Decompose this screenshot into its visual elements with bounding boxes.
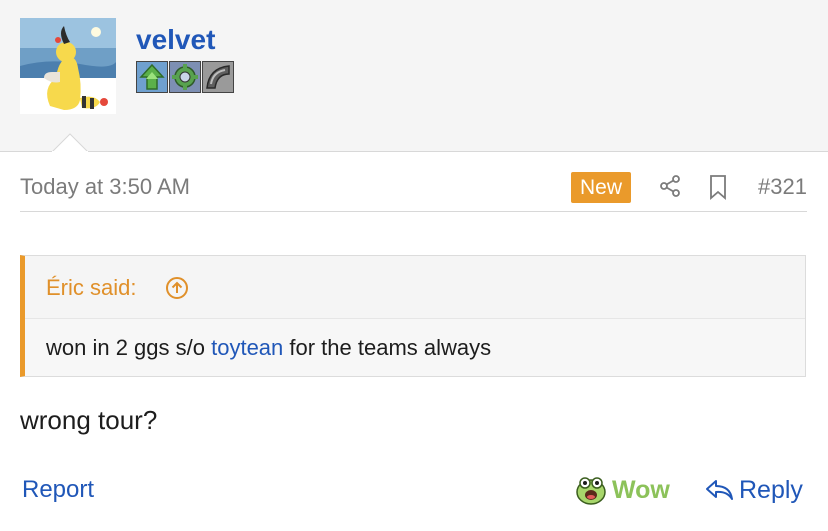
arrow-up-circle-icon[interactable] [165,276,189,300]
quote-text-before: won in 2 ggs s/o [46,335,212,360]
reply-arrow-icon [705,478,735,502]
grass-badge-icon [136,61,168,93]
bookmark-icon[interactable] [707,174,729,200]
mention-link[interactable]: toytean [211,335,283,360]
user-badges [136,61,235,93]
username-link[interactable]: velvet [136,24,215,56]
gear-badge-icon [169,61,201,93]
user-header: velvet [0,0,828,153]
post-meta-bar: Today at 3:50 AM New #321 [20,160,807,212]
share-icon[interactable] [658,174,682,198]
ampharos-avatar-icon[interactable] [20,18,116,114]
quote-body: won in 2 ggs s/o toytean for the teams a… [46,335,491,361]
post-message: wrong tour? [20,405,158,435]
stone-badge-icon [202,61,234,93]
quote-header: Éric said: [25,256,805,319]
quote-text-after: for the teams always [283,335,492,360]
post-timestamp[interactable]: Today at 3:50 AM [20,174,190,200]
quote-author-link[interactable]: Éric said: [46,275,136,301]
wow-reaction-label: Wow [612,475,670,504]
report-link[interactable]: Report [22,476,94,504]
new-badge: New [571,172,632,203]
reply-button[interactable]: Reply [705,474,803,506]
wow-reaction-icon [574,474,608,506]
wow-reaction[interactable]: Wow [574,474,670,506]
quote-block: Éric said: won in 2 ggs s/o toytean for … [20,255,806,377]
reply-label: Reply [739,475,803,504]
post-number-link[interactable]: #321 [758,174,807,200]
